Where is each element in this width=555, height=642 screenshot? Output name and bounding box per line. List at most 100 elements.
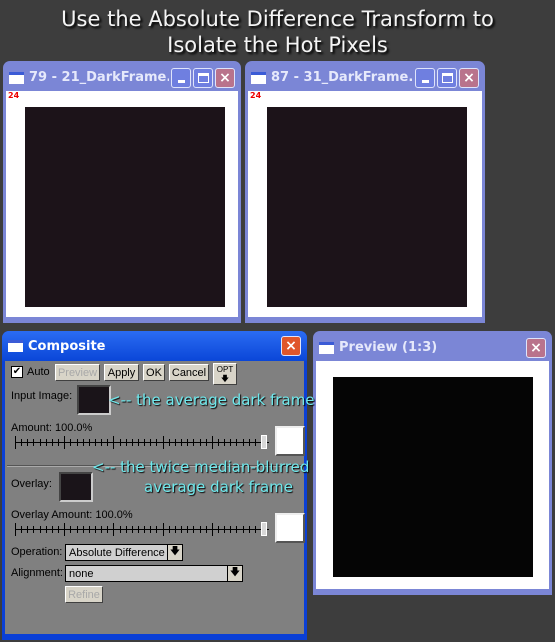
darkframe-window-2[interactable]: 87 - 31_DarkFrame... × 24	[245, 61, 485, 323]
check-icon: ✔	[12, 366, 22, 377]
alignment-select[interactable]: none 🡇	[65, 565, 243, 582]
slider-tick	[211, 436, 213, 449]
slider-tick	[193, 526, 195, 533]
slider-tick	[242, 439, 244, 446]
app-icon	[319, 341, 334, 354]
slider-tick	[64, 523, 66, 536]
slider-tick	[168, 526, 170, 533]
opt-button[interactable]: OPT 🡇	[213, 363, 237, 385]
titlebar[interactable]: Preview (1:3) ×	[316, 334, 549, 361]
preview-image	[333, 377, 533, 577]
preview-button[interactable]: Preview	[55, 364, 100, 381]
overlay-amount-slider[interactable]	[15, 520, 269, 538]
heading-line1: Use the Absolute Difference Transform to	[61, 7, 494, 31]
slider-tick	[107, 439, 109, 446]
slider-tick	[27, 439, 29, 446]
operation-label: Operation:	[11, 546, 63, 558]
overlay-thumbnail[interactable]	[59, 472, 93, 502]
titlebar[interactable]: Composite ×	[2, 331, 307, 361]
input-image-thumbnail[interactable]	[77, 385, 111, 415]
apply-button[interactable]: Apply	[104, 364, 139, 381]
slider-tick	[138, 526, 139, 533]
image-canvas[interactable]: 24	[6, 91, 238, 317]
preview-window[interactable]: Preview (1:3) ×	[313, 331, 552, 595]
amount-swatch[interactable]	[275, 426, 305, 456]
slider-tick	[125, 526, 127, 533]
slider-tick	[101, 526, 103, 533]
slider-tick	[230, 526, 232, 533]
slider-tick	[162, 523, 164, 536]
slider-tick	[21, 526, 23, 533]
slider-tick	[174, 526, 176, 533]
close-icon: ×	[530, 339, 542, 356]
image-canvas[interactable]: 24	[248, 91, 482, 317]
slider-tick	[33, 526, 35, 533]
slider-tick	[131, 439, 133, 446]
heading-line2: Isolate the Hot Pixels	[167, 33, 388, 57]
minimize-button[interactable]	[415, 67, 435, 88]
slider-tick	[15, 523, 16, 536]
slider-tick	[150, 526, 152, 533]
preview-canvas[interactable]	[316, 361, 549, 589]
close-button[interactable]: ×	[281, 336, 301, 356]
window-title: 87 - 31_DarkFrame...	[271, 70, 413, 85]
slider-tick	[76, 439, 78, 446]
slider-tick	[217, 526, 219, 533]
close-button[interactable]: ×	[215, 67, 235, 88]
maximize-button[interactable]	[437, 67, 457, 88]
close-icon: ×	[219, 69, 231, 86]
auto-checkbox[interactable]: ✔	[11, 366, 23, 378]
arrow-down-icon: 🡇	[220, 374, 230, 383]
slider-tick	[45, 526, 47, 533]
slider-tick	[199, 439, 201, 446]
app-icon	[251, 71, 266, 84]
refine-button[interactable]: Refine	[65, 586, 103, 603]
app-icon	[9, 71, 24, 84]
window-title: Preview (1:3)	[339, 340, 438, 355]
slider-tick	[76, 526, 78, 533]
operation-value: Absolute Difference	[69, 546, 165, 559]
slider-tick	[156, 526, 158, 533]
slider-knob[interactable]	[261, 522, 267, 536]
slider-tick	[39, 526, 41, 533]
titlebar[interactable]: 79 - 21_DarkFrame... ×	[6, 64, 238, 91]
ok-button[interactable]: OK	[143, 364, 165, 381]
close-icon: ×	[285, 338, 297, 354]
slider-tick	[174, 439, 176, 446]
annotation-overlay-line1: <-- the twice median-blurred	[92, 458, 310, 476]
alignment-label: Alignment:	[11, 567, 63, 579]
amount-slider[interactable]	[15, 433, 269, 451]
close-button[interactable]: ×	[526, 337, 546, 358]
close-button[interactable]: ×	[459, 67, 479, 88]
dark-frame-image	[25, 107, 225, 307]
slider-tick	[131, 526, 133, 533]
slider-tick	[119, 439, 121, 446]
slider-tick	[94, 526, 96, 533]
dropdown-arrow-icon: 🡇	[227, 566, 242, 581]
slider-tick	[199, 526, 201, 533]
slider-tick	[88, 526, 90, 533]
minimize-button[interactable]	[171, 67, 191, 88]
titlebar[interactable]: 87 - 31_DarkFrame... ×	[248, 64, 482, 91]
slider-tick	[101, 439, 103, 446]
zoom-badge: 24	[250, 91, 262, 100]
overlay-amount-swatch[interactable]	[275, 513, 305, 543]
slider-tick	[224, 439, 226, 446]
slider-tick	[51, 526, 53, 533]
slider-tick	[162, 436, 164, 449]
darkframe-window-1[interactable]: 79 - 21_DarkFrame... × 24	[3, 61, 241, 323]
annotation-input: <-- the average dark frame	[108, 391, 315, 409]
slider-tick	[58, 439, 60, 446]
slider-tick	[236, 526, 238, 533]
operation-select[interactable]: Absolute Difference 🡇	[65, 544, 183, 561]
slider-tick	[205, 526, 207, 533]
maximize-button[interactable]	[193, 67, 213, 88]
slider-tick	[94, 439, 96, 446]
slider-tick	[144, 439, 146, 446]
cancel-button[interactable]: Cancel	[169, 364, 209, 381]
slider-knob[interactable]	[261, 435, 267, 449]
slider-tick	[168, 439, 170, 446]
input-image-label: Input Image:	[11, 390, 73, 402]
slider-tick	[82, 526, 84, 533]
slider-tick	[39, 439, 41, 446]
